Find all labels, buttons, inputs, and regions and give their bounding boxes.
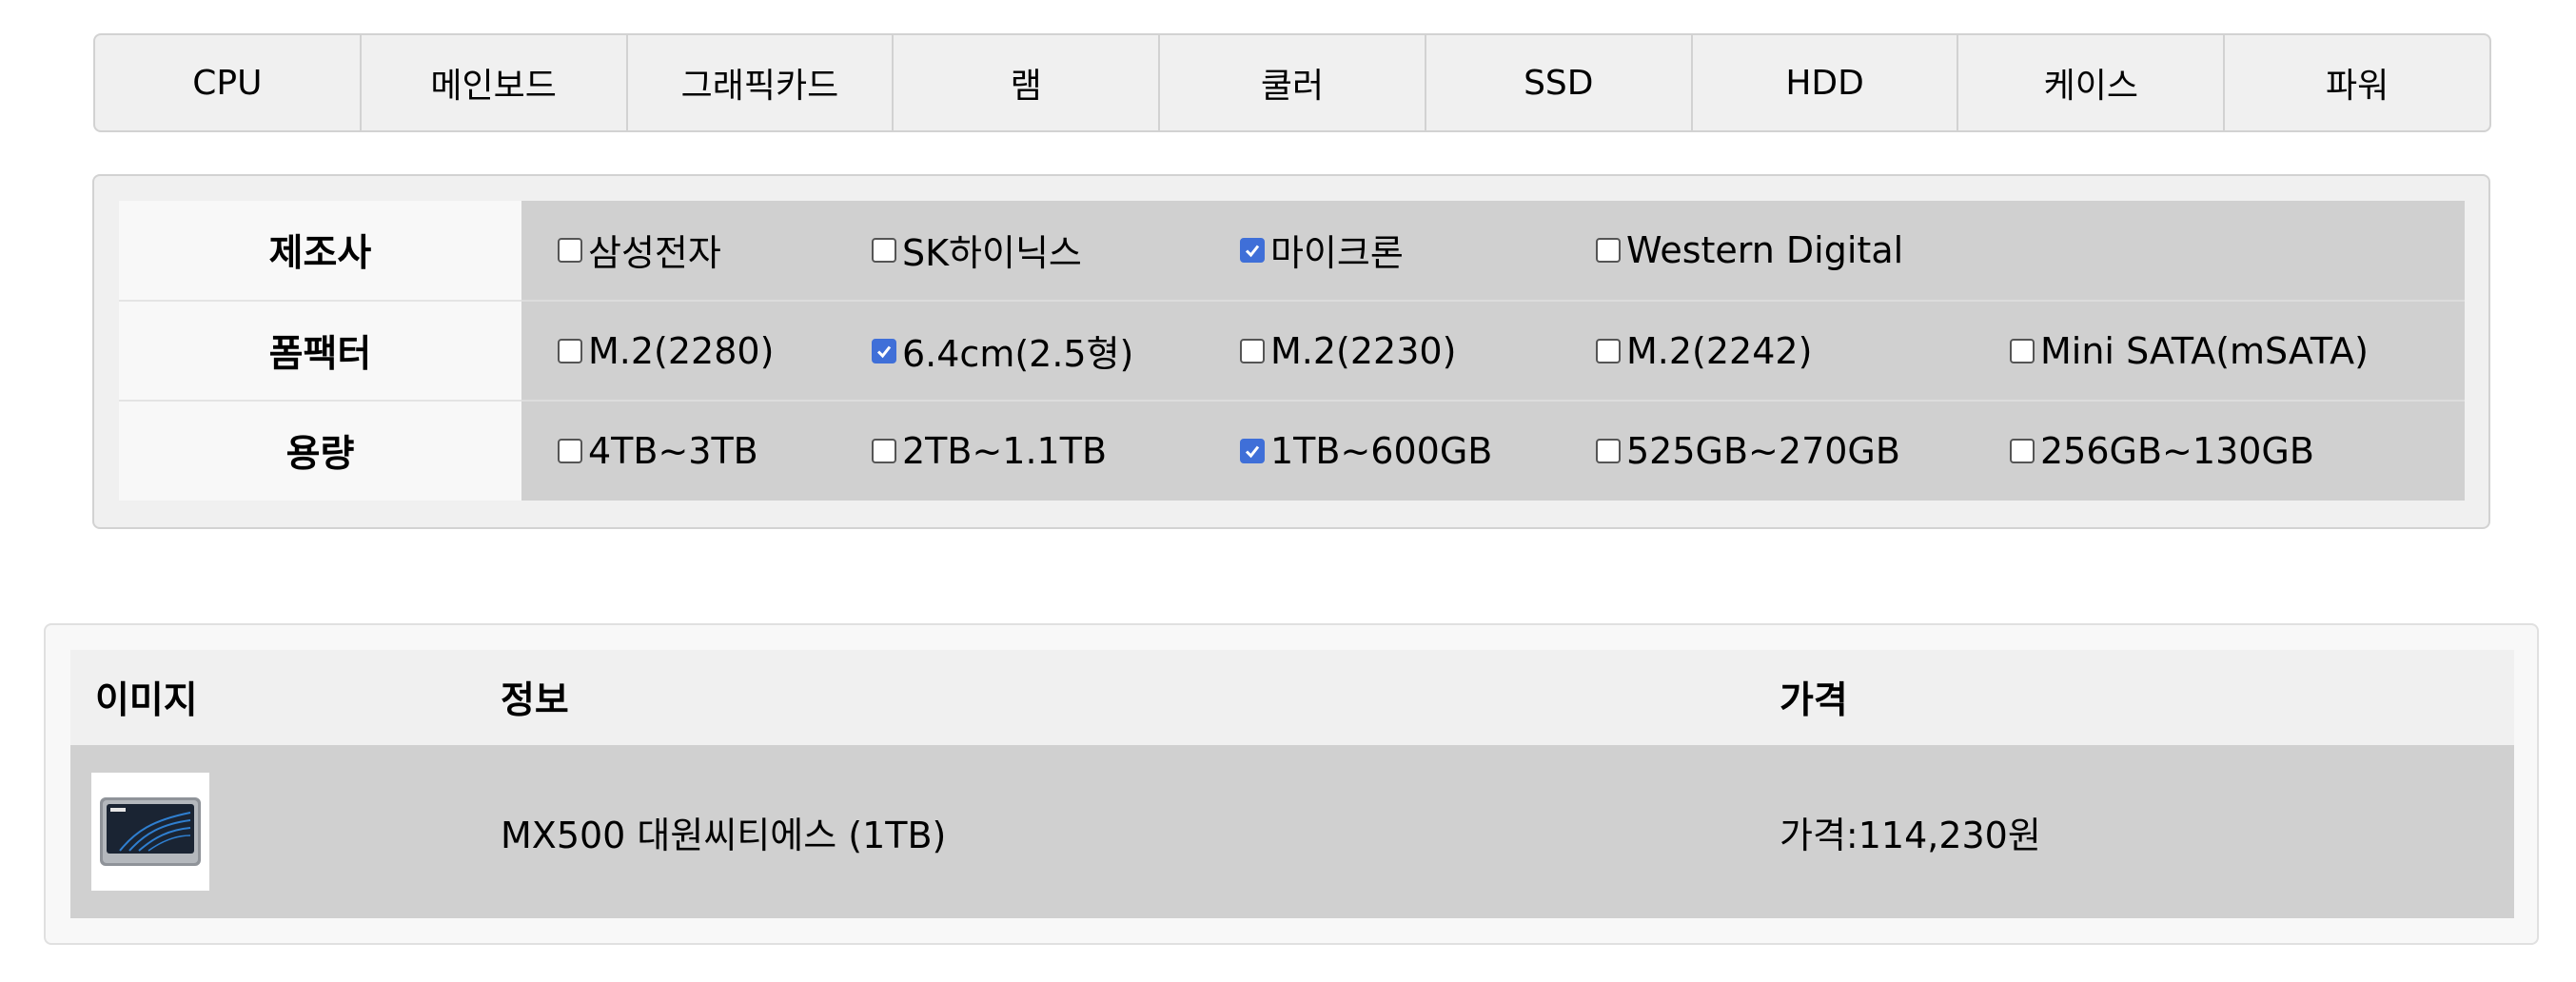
option-msata[interactable]: Mini SATA(mSATA) <box>2010 302 2369 400</box>
option-m2-2280[interactable]: M.2(2280) <box>558 302 774 400</box>
option-label: 4TB~3TB <box>588 429 758 472</box>
tab-power[interactable]: 파워 <box>2225 35 2489 130</box>
option-label: SK하이닉스 <box>902 232 1082 274</box>
option-256gb-130gb[interactable]: 256GB~130GB <box>2010 402 2314 500</box>
filter-row-manufacturer: 제조사 삼성전자 SK하이닉스 마이크론 Western Digital <box>119 201 2465 302</box>
tab-graphics-card[interactable]: 그래픽카드 <box>628 35 895 130</box>
checkbox[interactable] <box>1240 237 1265 263</box>
tab-ssd[interactable]: SSD <box>1426 35 1693 130</box>
header-image: 이미지 <box>95 679 198 722</box>
option-2-5-inch[interactable]: 6.4cm(2.5형) <box>872 302 1133 400</box>
option-samsung[interactable]: 삼성전자 <box>558 201 721 299</box>
option-label: 2TB~1.1TB <box>902 429 1108 472</box>
option-label: 6.4cm(2.5형) <box>902 333 1134 375</box>
checkbox[interactable] <box>558 237 582 263</box>
option-label: 256GB~130GB <box>2040 429 2314 472</box>
header-price: 가격 <box>1780 679 1848 722</box>
checkbox[interactable] <box>2010 338 2035 363</box>
checkbox[interactable] <box>1596 438 1621 463</box>
tab-mainboard[interactable]: 메인보드 <box>362 35 628 130</box>
option-micron[interactable]: 마이크론 <box>1240 201 1404 299</box>
header-info: 정보 <box>501 679 569 722</box>
filter-panel: 제조사 삼성전자 SK하이닉스 마이크론 Western Digital 폼팩터… <box>92 174 2490 529</box>
filter-row-capacity: 용량 4TB~3TB 2TB~1.1TB 1TB~600GB 525GB~270… <box>119 401 2465 501</box>
option-label: M.2(2242) <box>1626 329 1813 372</box>
filter-options-form-factor: M.2(2280) 6.4cm(2.5형) M.2(2230) M.2(2242… <box>521 301 2465 402</box>
checkbox[interactable] <box>872 338 896 363</box>
checkbox[interactable] <box>1240 338 1265 363</box>
option-label: 마이크론 <box>1270 232 1404 274</box>
filter-label-form-factor: 폼팩터 <box>119 301 521 402</box>
filter-label-manufacturer: 제조사 <box>119 201 521 302</box>
tab-ram[interactable]: 램 <box>894 35 1161 130</box>
tab-cooler[interactable]: 쿨러 <box>1160 35 1426 130</box>
filter-row-form-factor: 폼팩터 M.2(2280) 6.4cm(2.5형) M.2(2230) M.2(… <box>119 301 2465 402</box>
filter-table: 제조사 삼성전자 SK하이닉스 마이크론 Western Digital 폼팩터… <box>119 201 2465 501</box>
option-1tb-600gb[interactable]: 1TB~600GB <box>1240 402 1492 500</box>
tab-hdd[interactable]: HDD <box>1693 35 1959 130</box>
product-info[interactable]: MX500 대원씨티에스 (1TB) <box>476 745 1755 918</box>
checkbox[interactable] <box>558 438 582 463</box>
product-image-cell <box>70 745 476 918</box>
option-label: 삼성전자 <box>588 232 721 274</box>
results-header-row: 이미지 정보 가격 <box>70 650 2514 745</box>
option-2tb-1-1tb[interactable]: 2TB~1.1TB <box>872 402 1107 500</box>
checkbox[interactable] <box>1596 237 1621 263</box>
option-m2-2242[interactable]: M.2(2242) <box>1596 302 1812 400</box>
option-western-digital[interactable]: Western Digital <box>1596 201 1903 299</box>
product-price: 가격:114,230원 <box>1780 814 2041 856</box>
tab-cpu[interactable]: CPU <box>95 35 362 130</box>
results-table: 이미지 정보 가격 MX500 대원씨티에스 (1TB) 가격:114,230원 <box>70 650 2514 918</box>
option-label: Western Digital <box>1626 228 1904 271</box>
option-label: M.2(2280) <box>588 329 775 372</box>
filter-options-capacity: 4TB~3TB 2TB~1.1TB 1TB~600GB 525GB~270GB … <box>521 401 2465 501</box>
option-525gb-270gb[interactable]: 525GB~270GB <box>1596 402 1900 500</box>
category-tabs: CPU 메인보드 그래픽카드 램 쿨러 SSD HDD 케이스 파워 <box>93 33 2491 132</box>
checkbox[interactable] <box>872 237 896 263</box>
checkbox[interactable] <box>1596 338 1621 363</box>
filter-label-capacity: 용량 <box>119 401 521 501</box>
option-m2-2230[interactable]: M.2(2230) <box>1240 302 1456 400</box>
option-4tb-3tb[interactable]: 4TB~3TB <box>558 402 758 500</box>
table-row[interactable]: MX500 대원씨티에스 (1TB) 가격:114,230원 <box>70 745 2514 918</box>
option-label: Mini SATA(mSATA) <box>2040 329 2369 372</box>
checkbox[interactable] <box>1240 438 1265 463</box>
checkbox[interactable] <box>558 338 582 363</box>
checkbox[interactable] <box>872 438 896 463</box>
results-panel: 이미지 정보 가격 MX500 대원씨티에스 (1TB) 가격:114,230원 <box>44 623 2539 945</box>
ssd-product-icon[interactable] <box>91 773 209 891</box>
option-label: 1TB~600GB <box>1270 429 1493 472</box>
checkbox[interactable] <box>2010 438 2035 463</box>
option-label: M.2(2230) <box>1270 329 1457 372</box>
filter-options-manufacturer: 삼성전자 SK하이닉스 마이크론 Western Digital <box>521 201 2465 302</box>
tab-case[interactable]: 케이스 <box>1958 35 2226 130</box>
option-label: 525GB~270GB <box>1626 429 1900 472</box>
option-sk-hynix[interactable]: SK하이닉스 <box>872 201 1082 299</box>
